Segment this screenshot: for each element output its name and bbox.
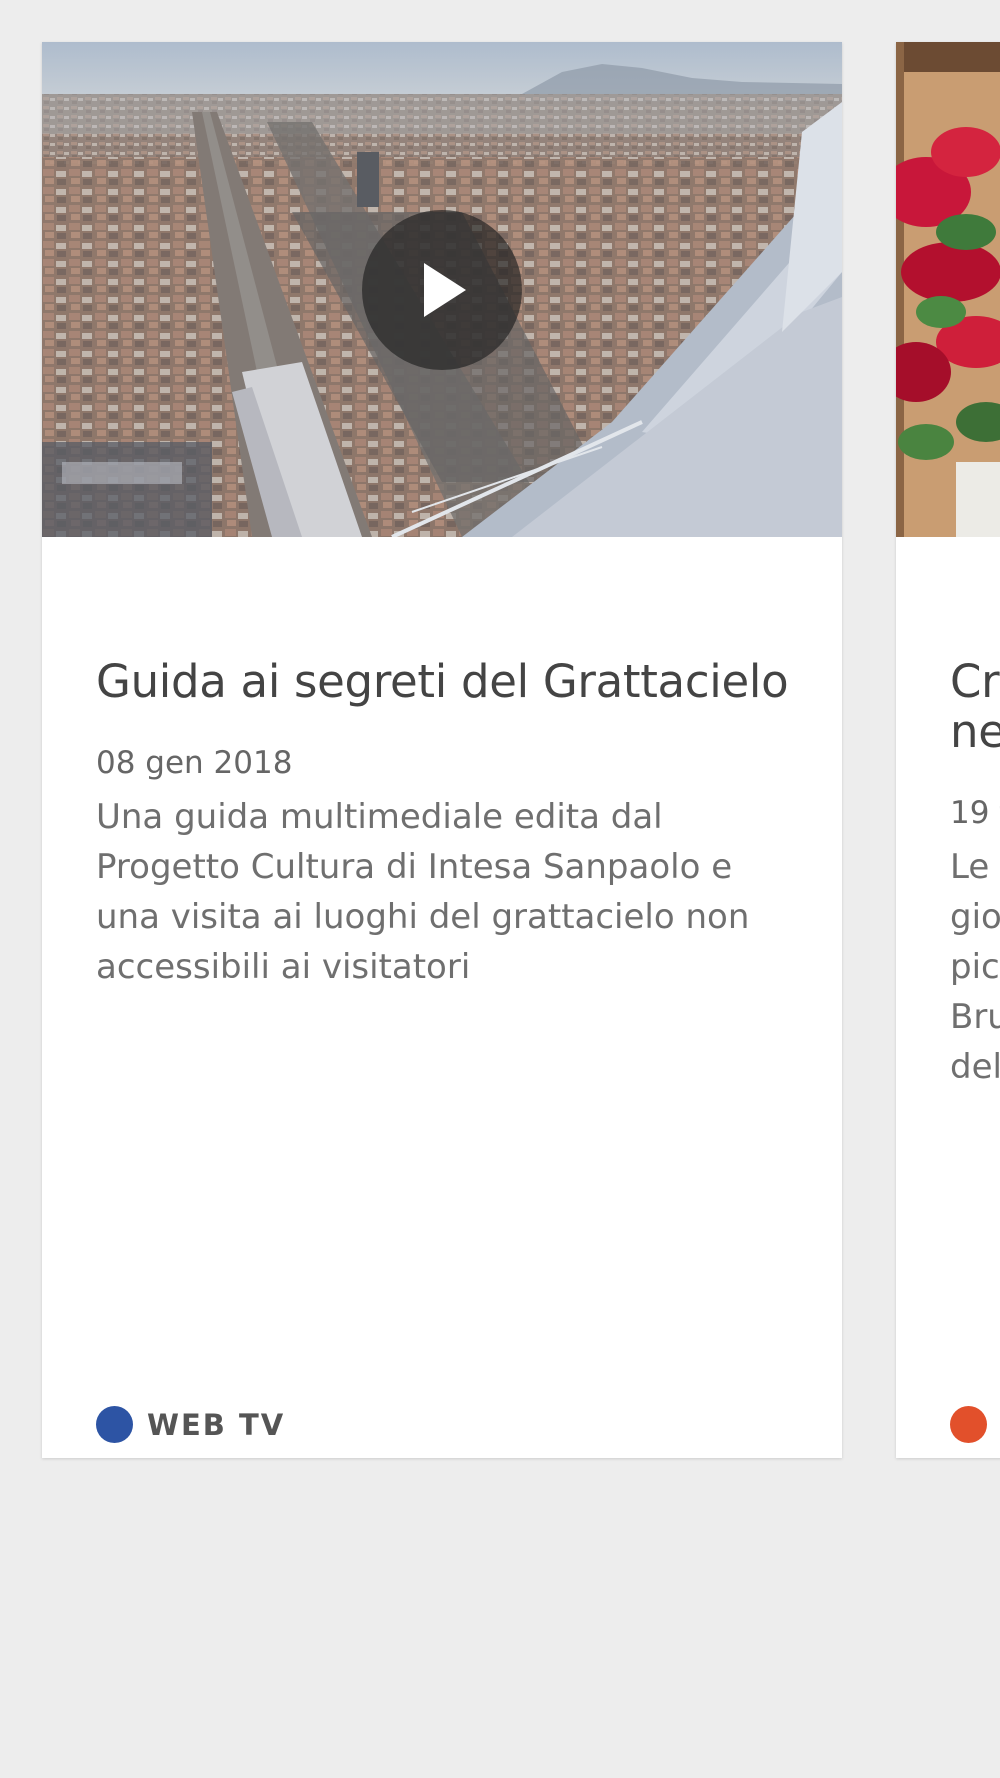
news-card[interactable]: Guida ai segreti del Grattacielo 08 gen … — [42, 42, 842, 1458]
category-tag[interactable]: WEB TV — [96, 1406, 285, 1443]
news-card[interactable]: Cr ne 19 f Le r gio pic Bru del — [896, 42, 1000, 1458]
category-dot-icon — [950, 1406, 987, 1443]
poinsettia-photo — [896, 42, 1000, 537]
card-image[interactable] — [896, 42, 1000, 537]
category-label: WEB TV — [147, 1407, 286, 1442]
card-date: 19 f — [950, 795, 1000, 831]
card-title[interactable]: Guida ai segreti del Grattacielo — [96, 657, 789, 707]
play-button[interactable] — [362, 210, 522, 370]
card-body: Guida ai segreti del Grattacielo 08 gen … — [96, 657, 789, 992]
category-tag[interactable] — [950, 1406, 1000, 1443]
card-body: Cr ne 19 f Le r gio pic Bru del — [950, 657, 1000, 1092]
viewport: Guida ai segreti del Grattacielo 08 gen … — [0, 0, 1000, 1778]
category-dot-icon — [96, 1406, 133, 1443]
play-icon — [424, 263, 466, 317]
card-description: Una guida multimediale edita dal Progett… — [96, 797, 750, 987]
card-description: Le r gio pic Bru del — [950, 847, 1000, 1087]
card-image[interactable] — [42, 42, 842, 537]
card-title[interactable]: Cr ne — [950, 657, 1000, 757]
card-date: 08 gen 2018 — [96, 745, 293, 781]
